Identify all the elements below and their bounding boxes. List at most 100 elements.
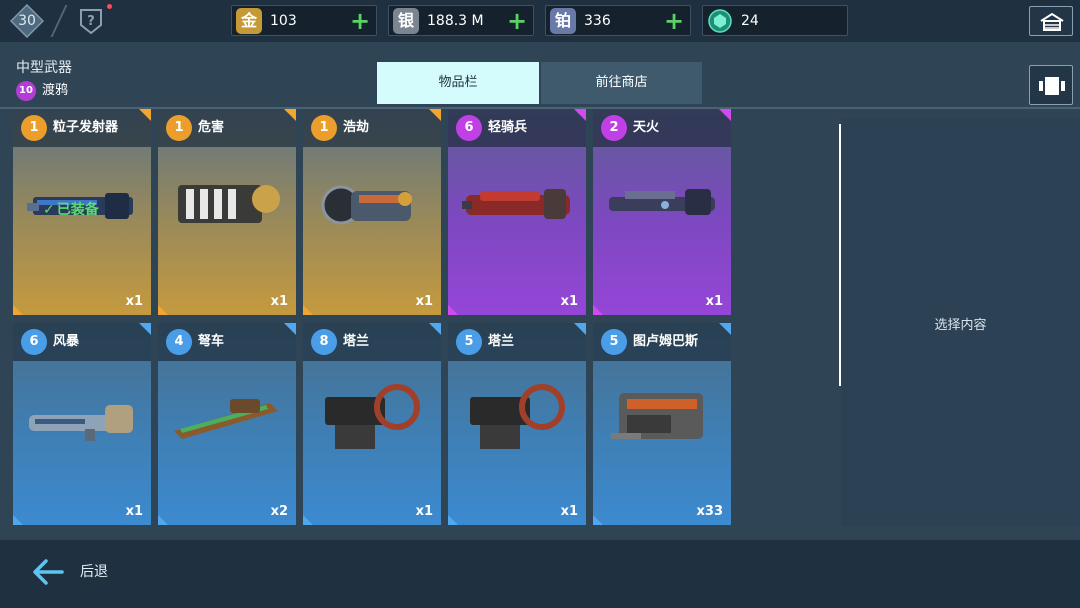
weapon-card[interactable]: 5 塔兰 x1: [448, 323, 586, 525]
gold-value: 103: [270, 13, 297, 29]
weapon-level-badge: 5: [601, 329, 627, 355]
scrollbar[interactable]: [839, 124, 841, 386]
add-gold-button[interactable]: +: [348, 8, 372, 34]
weapon-card[interactable]: 2 天火 x1: [593, 109, 731, 315]
rarity-corner: [284, 323, 296, 335]
help-button[interactable]: ?: [79, 4, 112, 35]
hussar-weapon-icon: [462, 189, 570, 219]
weapon-card[interactable]: 6 轻骑兵 x1: [448, 109, 586, 315]
robot-name: 渡鸦: [42, 83, 69, 98]
tulumbas-weapon-icon: [611, 393, 703, 439]
taran-weapon-icon: [470, 384, 565, 449]
weapon-name: 弩车: [198, 334, 225, 349]
rarity-corner: [139, 109, 151, 121]
silver-currency: 银 188.3 M +: [388, 5, 534, 36]
gold-icon: 金: [236, 8, 262, 34]
robot-level-badge: 10: [16, 81, 36, 101]
weapon-quantity: x1: [705, 294, 723, 309]
weapon-level-badge: 1: [166, 115, 192, 141]
compare-icon: [1039, 77, 1065, 95]
back-arrow-icon: [33, 559, 64, 585]
weapon-level-badge: 6: [456, 115, 482, 141]
weapon-quantity: x1: [125, 294, 143, 309]
rarity-corner: [429, 109, 441, 121]
rarity-corner-bottom: [13, 305, 23, 315]
hazard-weapon-icon: [178, 185, 280, 223]
weapon-card[interactable]: 4 弩车 x2: [158, 323, 296, 525]
player-level-badge[interactable]: 30: [10, 4, 44, 38]
svg-text:?: ?: [87, 14, 95, 29]
gem-icon: [708, 9, 732, 33]
weapon-name: 粒子发射器: [53, 120, 119, 135]
equipped-label: 已装备: [56, 202, 99, 218]
platinum-currency: 铂 336 +: [545, 5, 691, 36]
weapon-level-badge: 1: [311, 115, 337, 141]
weapon-level-badge: 4: [166, 329, 192, 355]
rarity-corner: [719, 109, 731, 121]
weapon-card[interactable]: 1 危害 x1: [158, 109, 296, 315]
rarity-corner-bottom: [13, 515, 23, 525]
back-button[interactable]: 后退: [32, 557, 122, 589]
weapon-quantity: x33: [696, 504, 723, 519]
weapon-name: 危害: [198, 120, 225, 135]
ballista-weapon-icon: [174, 399, 278, 439]
rarity-corner-bottom: [158, 515, 168, 525]
weapon-category-title: 中型武器: [16, 60, 72, 76]
storm-weapon-icon: [29, 405, 133, 441]
weapon-level-badge: 1: [21, 115, 47, 141]
weapon-card[interactable]: 1 粒子发射器 ✓ 已装备 x1: [13, 109, 151, 315]
rarity-corner-bottom: [303, 515, 313, 525]
havoc-weapon-icon: [321, 185, 412, 225]
weapon-level-badge: 6: [21, 329, 47, 355]
rarity-corner: [574, 109, 586, 121]
gold-currency: 金 103 +: [231, 5, 377, 36]
player-level-value: 30: [18, 13, 36, 29]
weapon-quantity: x1: [560, 504, 578, 519]
weapon-card[interactable]: 1 浩劫 x1: [303, 109, 441, 315]
bottom-bar: [0, 540, 1080, 608]
equipped-status: ✓ 已装备: [43, 199, 143, 221]
rarity-corner-bottom: [593, 305, 603, 315]
weapon-level-badge: 2: [601, 115, 627, 141]
weapon-name: 轻骑兵: [488, 120, 528, 135]
taran-weapon-icon: [325, 384, 420, 449]
weapon-name: 风暴: [53, 334, 80, 349]
tab-inventory[interactable]: 物品栏: [377, 62, 539, 104]
back-label: 后退: [80, 564, 108, 580]
rarity-corner: [139, 323, 151, 335]
rarity-corner: [429, 323, 441, 335]
rarity-corner-bottom: [593, 515, 603, 525]
tab-shop[interactable]: 前往商店: [541, 62, 702, 104]
rarity-corner-bottom: [158, 305, 168, 315]
weapon-quantity: x1: [125, 504, 143, 519]
compare-button[interactable]: [1029, 65, 1073, 105]
hangar-button[interactable]: [1029, 6, 1073, 36]
select-content-hint: 选择内容: [934, 318, 987, 333]
weapon-name: 浩劫: [343, 120, 370, 135]
notification-dot: [107, 4, 112, 9]
add-platinum-button[interactable]: +: [662, 8, 686, 34]
platinum-value: 336: [584, 13, 611, 29]
weapon-card[interactable]: 6 风暴 x1: [13, 323, 151, 525]
rarity-corner: [284, 109, 296, 121]
weapon-name: 天火: [633, 120, 660, 135]
weapon-card[interactable]: 8 塔兰 x1: [303, 323, 441, 525]
weapon-level-badge: 8: [311, 329, 337, 355]
add-silver-button[interactable]: +: [505, 8, 529, 34]
platinum-icon: 铂: [550, 8, 576, 34]
weapon-quantity: x1: [270, 294, 288, 309]
rarity-corner-bottom: [448, 515, 458, 525]
weapon-quantity: x1: [415, 504, 433, 519]
rarity-corner-bottom: [303, 305, 313, 315]
rarity-corner-bottom: [448, 305, 458, 315]
rarity-corner: [719, 323, 731, 335]
weapon-level-badge: 5: [456, 329, 482, 355]
hangar-icon: [1040, 12, 1064, 31]
weapon-card[interactable]: 5 图卢姆巴斯 x33: [593, 323, 731, 525]
silver-value: 188.3 M: [427, 13, 484, 29]
weapon-quantity: x1: [560, 294, 578, 309]
skyfire-weapon-icon: [609, 189, 715, 215]
weapon-quantity: x2: [270, 504, 288, 519]
weapon-quantity: x1: [415, 294, 433, 309]
weapon-name: 塔兰: [343, 334, 370, 349]
